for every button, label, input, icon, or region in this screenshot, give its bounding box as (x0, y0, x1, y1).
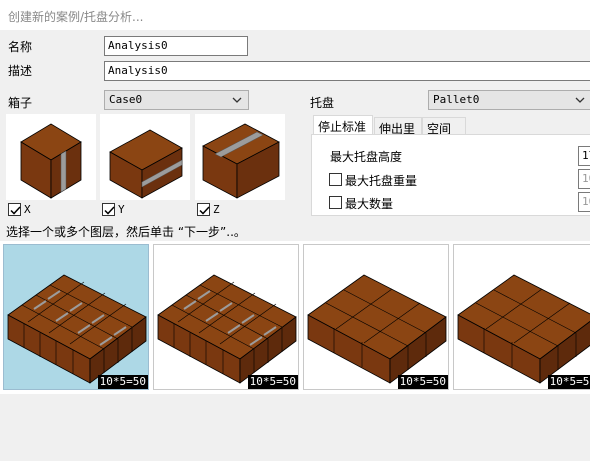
max-count-input[interactable]: 10 (578, 192, 590, 212)
case-label: 箱子 (8, 96, 33, 110)
max-weight-checkbox[interactable] (329, 173, 342, 186)
orientation-x-label: X (24, 203, 31, 216)
max-weight-label: 最大托盘重量 (345, 174, 418, 188)
layer-card[interactable]: 10*5=50 (303, 244, 449, 390)
layer-card[interactable]: 10*5=50 (453, 244, 590, 390)
name-input[interactable]: Analysis0 (104, 36, 248, 56)
max-weight-input[interactable]: 10 (578, 169, 590, 189)
window-title: 创建新的案例/托盘分析... (8, 10, 144, 24)
orientation-x-thumbnail[interactable] (6, 114, 96, 200)
layer-count-badge: 10*5=50 (247, 375, 298, 389)
orientation-y-label: Y (118, 203, 125, 216)
layer-count-badge: 10*5=50 (97, 375, 148, 389)
case-select[interactable]: Case0 (104, 90, 249, 110)
layer-pallet-image (7, 274, 147, 384)
checkmark-icon (104, 206, 115, 215)
pallet-label: 托盘 (310, 96, 335, 110)
orientation-y-thumbnail[interactable] (100, 114, 190, 200)
chevron-down-icon (575, 97, 585, 103)
layer-count-badge: 10*5=50 (547, 375, 590, 389)
layer-pallet-image (307, 274, 447, 384)
pallet-select[interactable]: Pallet0 (428, 90, 590, 110)
description-input[interactable]: Analysis0 (104, 61, 590, 81)
checkmark-icon (199, 206, 210, 215)
window-titlebar: 创建新的案例/托盘分析... (0, 0, 590, 30)
orientation-y-checkbox[interactable] (102, 203, 115, 216)
orientation-z-checkbox[interactable] (197, 203, 210, 216)
chevron-down-icon (232, 97, 242, 103)
layer-card[interactable]: 10*5=50 (153, 244, 299, 390)
max-count-checkbox[interactable] (329, 196, 342, 209)
name-label: 名称 (8, 40, 33, 54)
orientation-x-checkbox[interactable] (8, 203, 21, 216)
max-height-input[interactable]: 17 (578, 146, 590, 166)
layer-count-badge: 10*5=50 (397, 375, 448, 389)
case-select-value: Case0 (109, 93, 143, 106)
layer-pallet-image (157, 274, 297, 384)
orientation-z-label: Z (213, 203, 220, 216)
description-label: 描述 (8, 64, 33, 78)
checkmark-icon (10, 206, 21, 215)
max-count-label: 最大数量 (345, 197, 394, 211)
orientation-z-thumbnail[interactable] (195, 114, 285, 200)
pallet-select-value: Pallet0 (433, 93, 480, 106)
max-height-label: 最大托盘高度 (330, 150, 403, 164)
layer-pallet-image (457, 274, 590, 384)
tab-stop-criteria[interactable]: 停止标准 (313, 115, 373, 136)
layer-card[interactable]: 10*5=50 (3, 244, 149, 390)
instruction-text: 选择一个或多个图层，然后单击 “下一步”..。 (6, 225, 246, 239)
